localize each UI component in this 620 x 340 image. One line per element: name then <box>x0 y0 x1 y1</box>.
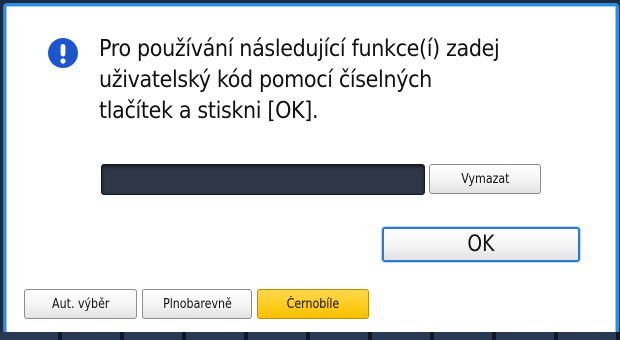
ok-button[interactable]: OK <box>382 227 580 262</box>
auto-select-button[interactable]: Aut. výběr <box>24 289 137 319</box>
clear-button[interactable]: Vymazat <box>429 164 541 194</box>
message-line: uživatelský kód pomocí číselných <box>99 67 432 93</box>
dialog-message: Pro používání následující funkce(í) zade… <box>99 34 522 127</box>
full-color-button[interactable]: Plnobarevně <box>142 289 252 319</box>
message-line: tlačítek a stiskni [OK]. <box>99 98 319 124</box>
user-code-dialog: Pro používání následující funkce(í) zade… <box>3 3 619 336</box>
black-white-label: Černobíle <box>286 296 340 312</box>
auto-select-label: Aut. výběr <box>51 296 110 312</box>
black-white-button[interactable]: Černobíle <box>257 289 369 319</box>
user-code-field[interactable] <box>101 164 425 195</box>
clear-button-label: Vymazat <box>460 171 510 187</box>
full-color-label: Plnobarevně <box>162 296 232 312</box>
exclamation-icon <box>48 38 78 68</box>
background-panel <box>0 332 620 340</box>
ok-button-label: OK <box>467 232 495 257</box>
message-line: Pro používání následující funkce(í) zade… <box>99 36 500 62</box>
